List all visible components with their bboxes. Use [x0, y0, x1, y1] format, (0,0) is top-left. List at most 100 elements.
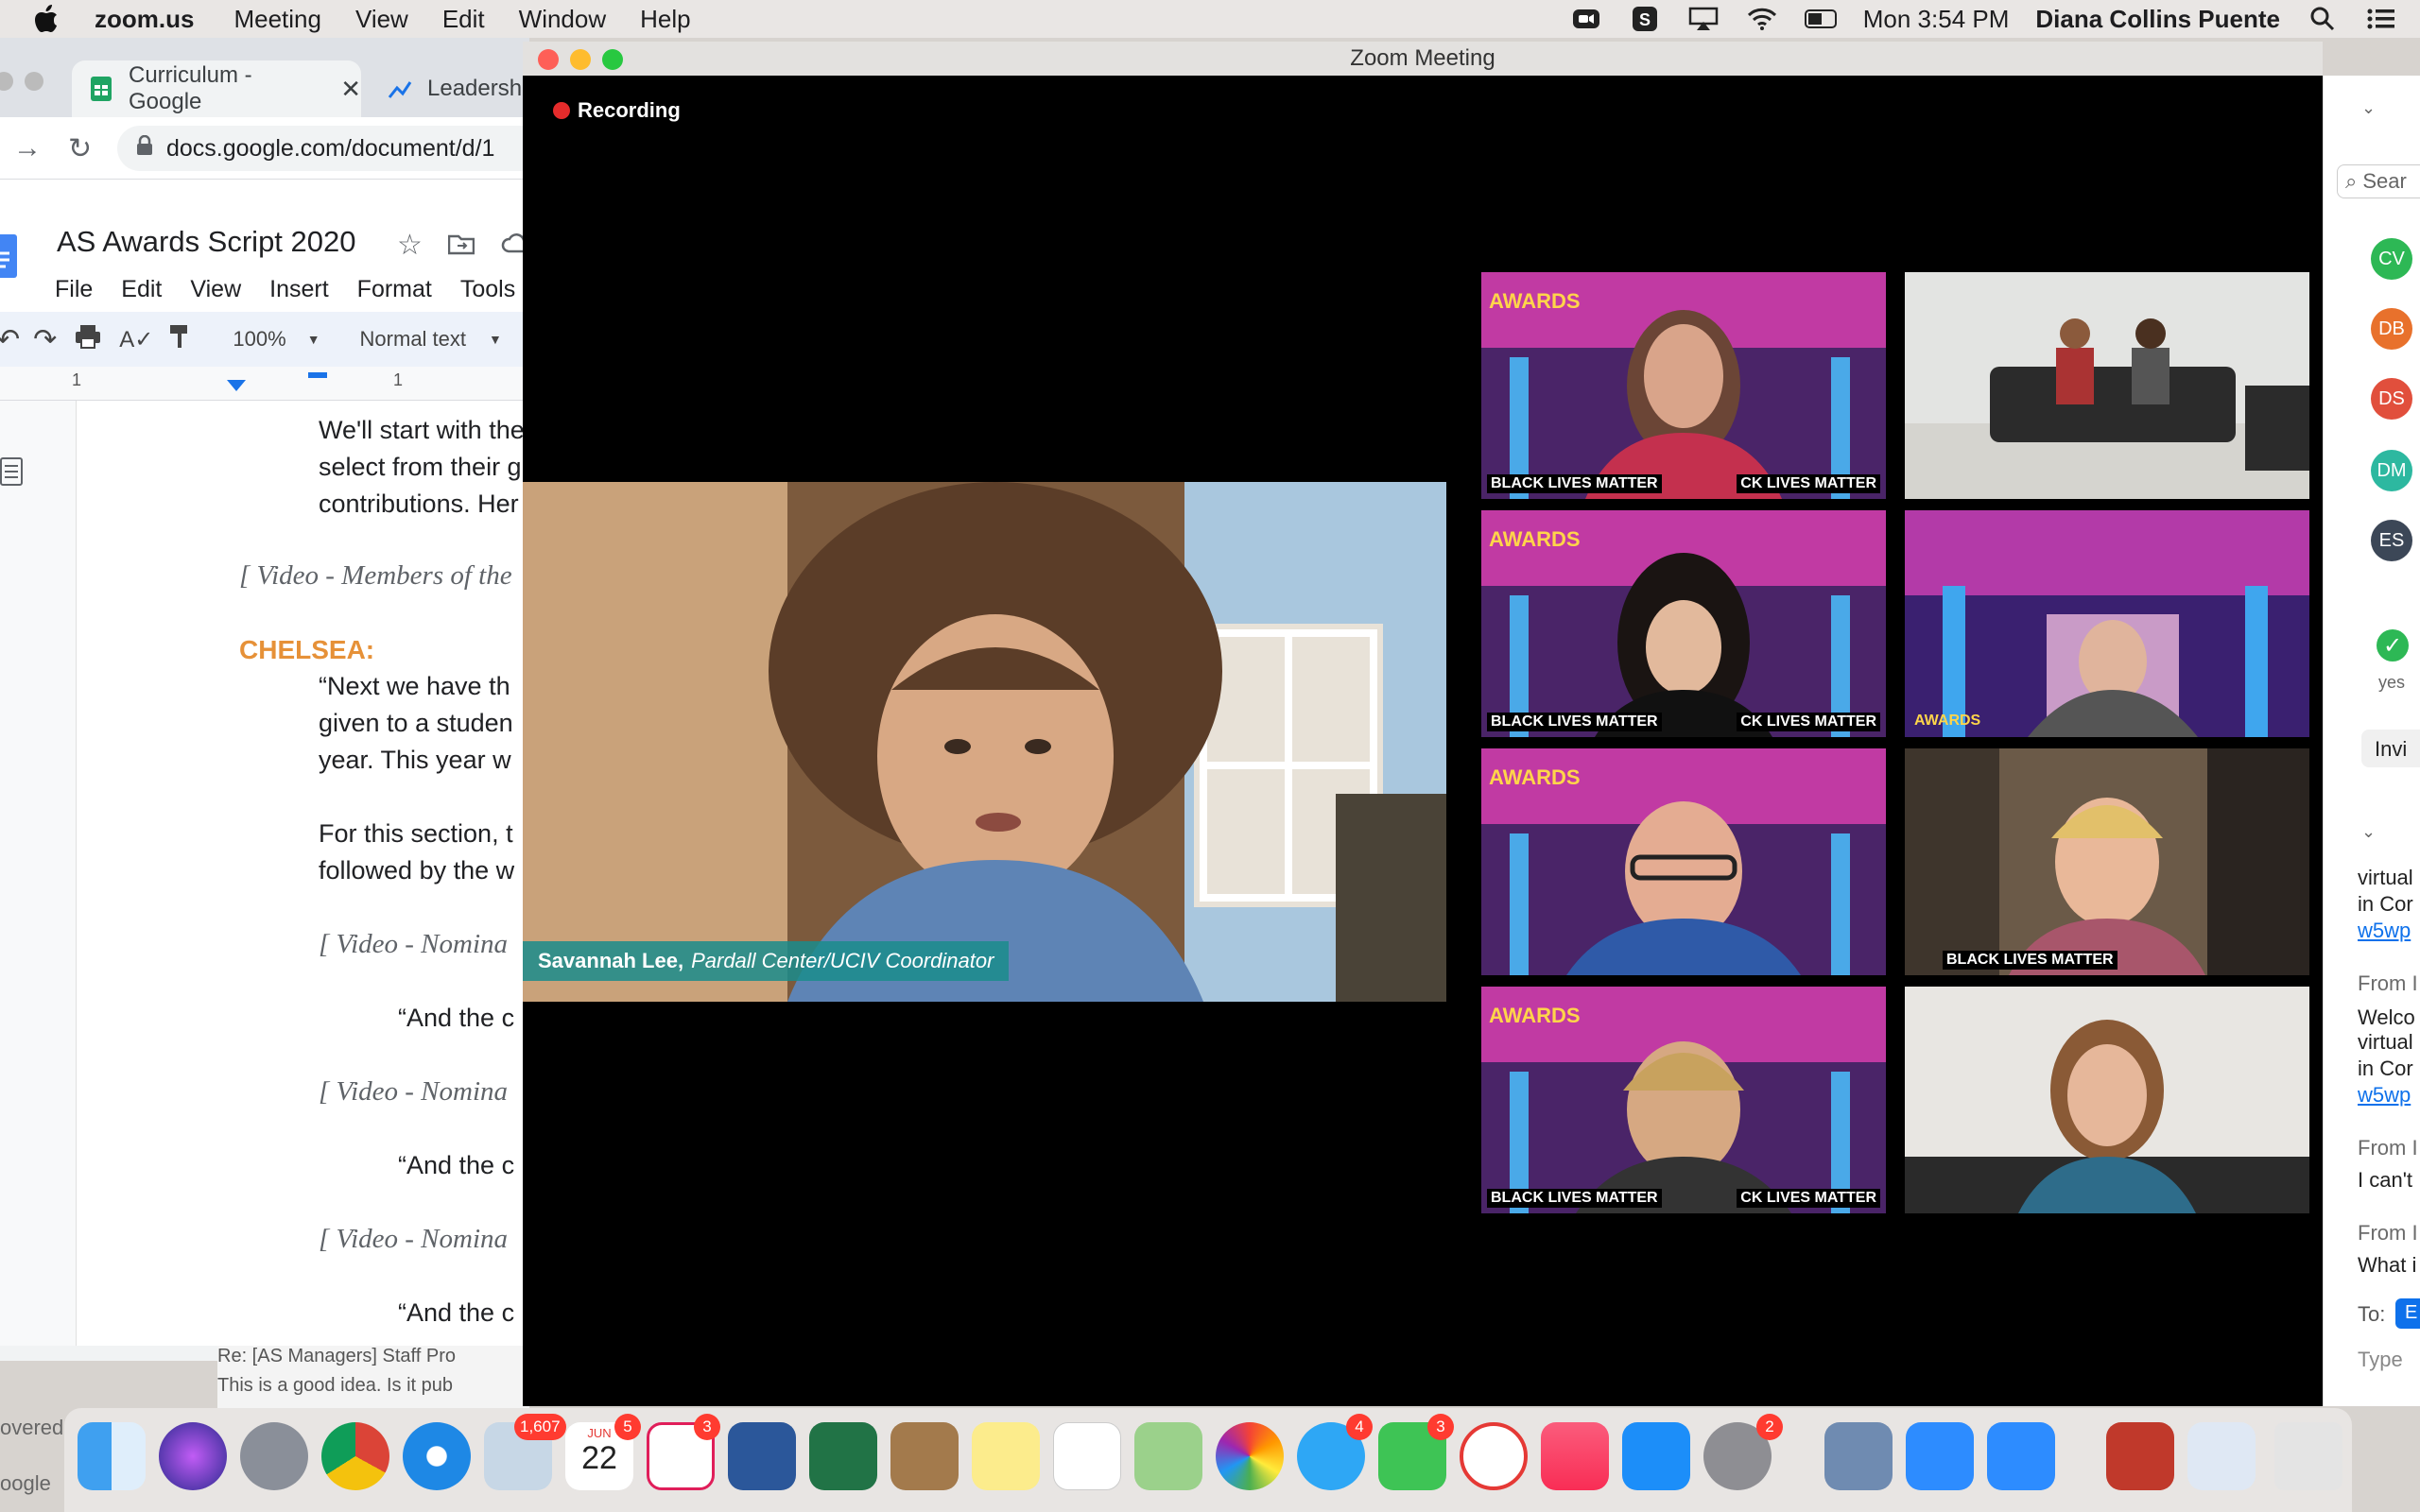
menu-view[interactable]: View: [355, 5, 408, 34]
collapse-chevron-icon[interactable]: ⌄: [2361, 822, 2376, 842]
zoom-select[interactable]: 100%: [233, 327, 285, 352]
document-title[interactable]: AS Awards Script 2020: [57, 225, 356, 259]
menu-meeting[interactable]: Meeting: [233, 5, 321, 34]
participant-avatar[interactable]: ES: [2371, 520, 2412, 561]
trash-icon[interactable]: [2274, 1422, 2342, 1490]
print-icon[interactable]: [74, 323, 102, 355]
participant-avatar[interactable]: DB: [2371, 308, 2412, 350]
docs-menu-tools[interactable]: Tools: [460, 276, 515, 303]
preview-icon[interactable]: [1824, 1422, 1893, 1490]
style-select[interactable]: Normal text: [360, 327, 466, 352]
docs-menu-edit[interactable]: Edit: [121, 276, 162, 303]
recording-indicator[interactable]: Recording: [553, 98, 681, 123]
safari-icon[interactable]: [403, 1422, 471, 1490]
tab-curriculum[interactable]: Curriculum - Google ✕: [72, 60, 361, 117]
close-tab-icon[interactable]: ✕: [340, 75, 361, 104]
spellcheck-icon[interactable]: A✓: [119, 326, 153, 353]
reload-icon[interactable]: ↻: [68, 132, 92, 165]
chat-recipient-select[interactable]: E: [2395, 1298, 2420, 1329]
word-icon[interactable]: [728, 1422, 796, 1490]
chat-message-input[interactable]: Type: [2358, 1348, 2403, 1372]
move-folder-icon[interactable]: [447, 232, 475, 260]
chevron-down-icon[interactable]: ▼: [307, 332, 320, 347]
apple-menu-icon[interactable]: [34, 5, 60, 33]
participant-search-input[interactable]: ⌕ Sear: [2337, 164, 2420, 198]
contacts-icon[interactable]: [890, 1422, 959, 1490]
menu-window[interactable]: Window: [519, 5, 606, 34]
menubar-clock[interactable]: Mon 3:54 PM: [1863, 5, 2010, 34]
chat-sender: From I: [2358, 1221, 2418, 1245]
url-bar[interactable]: docs.google.com/document/d/1: [117, 126, 543, 171]
menu-edit[interactable]: Edit: [442, 5, 485, 34]
battery-icon[interactable]: [1804, 6, 1837, 32]
active-speaker-video[interactable]: Savannah Lee, Pardall Center/UCIV Coordi…: [523, 482, 1446, 1002]
forward-icon[interactable]: →: [13, 132, 42, 164]
reminders-icon[interactable]: [1053, 1422, 1121, 1490]
close-window-button[interactable]: [538, 49, 559, 70]
participant-video-tile[interactable]: AWARDS BLACK LIVES MATTER CK LIVES MATTE…: [1481, 272, 1886, 499]
collapse-chevron-icon[interactable]: ⌄: [2361, 98, 2376, 118]
s-app-icon[interactable]: S: [1629, 6, 1661, 32]
notes-icon[interactable]: [972, 1422, 1040, 1490]
chrome-window: Curriculum - Google ✕ Leadershi → ↻ docs…: [0, 38, 543, 1361]
siri-icon[interactable]: [159, 1422, 227, 1490]
app-name-menu[interactable]: zoom.us: [95, 5, 194, 34]
speaker-name-tag: Savannah Lee, Pardall Center/UCIV Coordi…: [523, 941, 1010, 981]
chat-link[interactable]: w5wp: [2358, 1083, 2411, 1108]
music-icon[interactable]: [1541, 1422, 1609, 1490]
notification-center-icon[interactable]: [2365, 6, 2397, 32]
participant-avatar[interactable]: CV: [2371, 238, 2412, 280]
fullscreen-window-button[interactable]: [602, 49, 623, 70]
chevron-down-icon[interactable]: ▼: [489, 332, 502, 347]
undo-icon[interactable]: ↶: [0, 323, 20, 356]
speaker-name: Savannah Lee,: [538, 949, 684, 972]
menubar-user[interactable]: Diana Collins Puente: [2035, 5, 2280, 34]
documents-stack-icon[interactable]: [2187, 1422, 2256, 1490]
chrome-icon[interactable]: [321, 1422, 389, 1490]
zoom-app-icon[interactable]: [1906, 1422, 1974, 1490]
first-line-indent-marker[interactable]: [308, 372, 327, 378]
docs-menu-file[interactable]: File: [55, 276, 93, 303]
participant-video-tile[interactable]: AWARDS BLACK LIVES MATTER CK LIVES MATTE…: [1481, 987, 1886, 1213]
docs-menu-view[interactable]: View: [190, 276, 241, 303]
zoom-status-icon[interactable]: [1570, 6, 1602, 32]
participant-video-tile[interactable]: BLACK LIVES MATTER: [1905, 748, 2309, 975]
excel-icon[interactable]: [809, 1422, 877, 1490]
redo-icon[interactable]: ↷: [33, 323, 57, 356]
doc-line: [ Video - Nomina: [319, 929, 509, 959]
maps-icon[interactable]: [1134, 1422, 1202, 1490]
participant-avatar[interactable]: DS: [2371, 378, 2412, 420]
downloads-stack-icon[interactable]: [2106, 1422, 2174, 1490]
photos-icon[interactable]: [1216, 1422, 1284, 1490]
participant-video-tile[interactable]: AWARDS: [1905, 510, 2309, 737]
minimize-window-button[interactable]: [570, 49, 591, 70]
participant-avatar[interactable]: DM: [2371, 450, 2412, 491]
mail-preview[interactable]: Re: [AS Managers] Staff Pro This is a go…: [217, 1346, 529, 1408]
speaker-video-frame: [523, 482, 1446, 1002]
spotlight-search-icon[interactable]: [2307, 6, 2339, 32]
menu-help[interactable]: Help: [640, 5, 690, 34]
tab-title: Leadershi: [427, 76, 527, 101]
participant-video-tile[interactable]: [1905, 987, 2309, 1213]
document-page[interactable]: We'll start with the select from their g…: [76, 401, 529, 1346]
launchpad-icon[interactable]: [240, 1422, 308, 1490]
google-docs-icon[interactable]: [0, 234, 19, 284]
docs-menu-format[interactable]: Format: [357, 276, 432, 303]
participant-video-tile[interactable]: AWARDS BLACK LIVES MATTER CK LIVES MATTE…: [1481, 510, 1886, 737]
zoom-app-icon[interactable]: [1987, 1422, 2055, 1490]
docs-menu-insert[interactable]: Insert: [269, 276, 329, 303]
wifi-icon[interactable]: [1746, 6, 1778, 32]
recording-dot-icon: [553, 102, 570, 119]
invite-button[interactable]: Invi: [2361, 730, 2420, 767]
paint-format-icon[interactable]: [168, 323, 191, 355]
finder-icon[interactable]: [78, 1422, 146, 1490]
participant-video-tile[interactable]: AWARDS: [1481, 748, 1886, 975]
app-store-icon[interactable]: [1622, 1422, 1690, 1490]
indent-marker[interactable]: [227, 380, 246, 391]
airplay-icon[interactable]: [1687, 6, 1720, 32]
chat-link[interactable]: w5wp: [2358, 919, 2411, 943]
participant-video-tile[interactable]: [1905, 272, 2309, 499]
news-icon[interactable]: [1460, 1422, 1528, 1490]
star-icon[interactable]: ☆: [397, 229, 423, 262]
document-outline-icon[interactable]: [0, 457, 25, 490]
